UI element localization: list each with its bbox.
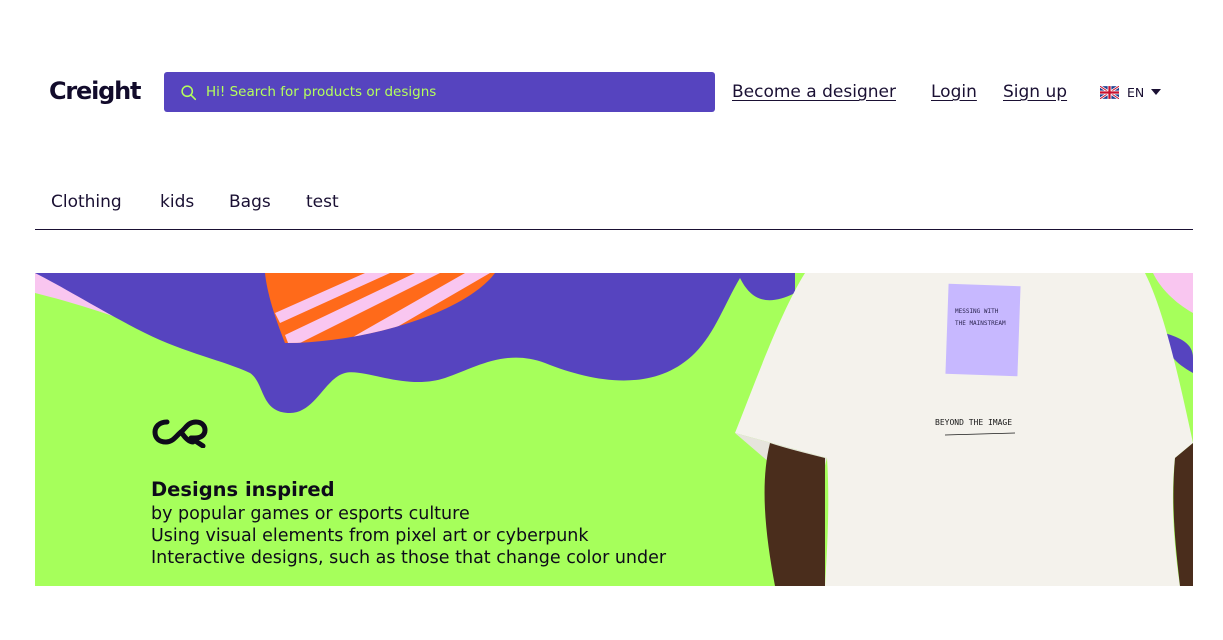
banner-title: Designs inspired — [151, 478, 335, 501]
brand-badge-icon — [152, 419, 208, 448]
nav-item-clothing[interactable]: Clothing — [51, 190, 122, 214]
uk-flag-icon — [1100, 85, 1119, 99]
site-header: Creight Become a designer Login Sign up … — [0, 0, 1223, 140]
language-code: EN — [1127, 84, 1145, 100]
promo-banner[interactable]: MESSING WITH THE MAINSTREAM BEYOND THE I… — [35, 273, 1193, 586]
banner-line-3: Interactive designs, such as those that … — [151, 548, 667, 568]
banner-line-2: Using visual elements from pixel art or … — [151, 526, 589, 546]
nav-item-bags[interactable]: Bags — [229, 190, 271, 214]
category-nav: Clothing kids Bags test — [35, 184, 1193, 230]
caret-down-icon — [1151, 89, 1162, 95]
search-bar[interactable] — [164, 72, 715, 112]
svg-text:THE MAINSTREAM: THE MAINSTREAM — [955, 320, 1006, 327]
become-designer-link[interactable]: Become a designer — [732, 80, 896, 104]
tshirt-small-print: BEYOND THE IMAGE — [935, 418, 1012, 427]
nav-item-kids[interactable]: kids — [160, 190, 194, 214]
nav-item-test[interactable]: test — [306, 190, 339, 214]
tshirt-print-text: MESSING WITH — [955, 308, 999, 315]
login-link[interactable]: Login — [931, 80, 977, 104]
search-icon — [181, 84, 197, 100]
signup-link[interactable]: Sign up — [1003, 80, 1067, 104]
search-input[interactable] — [204, 83, 708, 101]
site-logo[interactable]: Creight — [49, 74, 142, 108]
language-selector[interactable]: EN — [1100, 82, 1162, 102]
banner-line-1: by popular games or esports culture — [151, 504, 470, 524]
